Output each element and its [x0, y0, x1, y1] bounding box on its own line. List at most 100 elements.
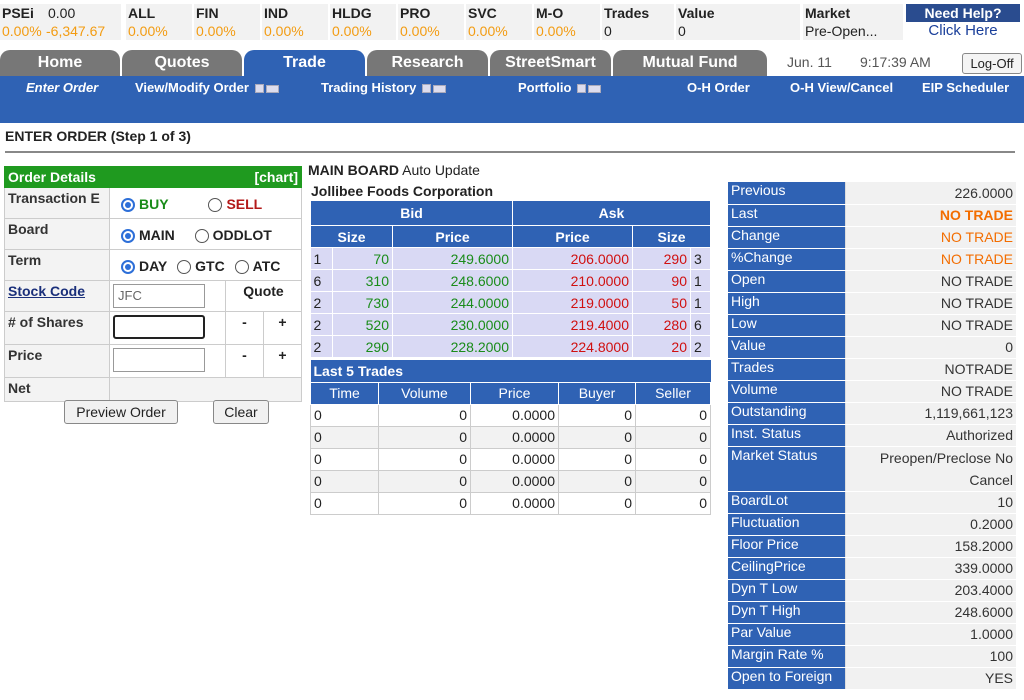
stock-code-link[interactable]: Stock Code [4, 280, 110, 312]
logoff-button[interactable]: Log-Off [962, 53, 1022, 74]
bid-price[interactable]: 228.2000 [392, 335, 513, 358]
price-input[interactable] [113, 348, 205, 372]
tab-research[interactable]: Research [367, 50, 488, 76]
subnav-oh-view-cancel[interactable]: O-H View/Cancel [790, 80, 893, 95]
clear-button[interactable]: Clear [213, 400, 269, 424]
ask-size-header: Size [632, 225, 711, 248]
board-title: MAIN BOARD Auto Update [308, 162, 480, 178]
radio-icon [194, 229, 209, 244]
subnav-eip-scheduler[interactable]: EIP Scheduler [922, 80, 1009, 95]
stat-row: Low NO TRADE [728, 314, 1016, 337]
document-icon [577, 84, 587, 94]
stat-row: %Change NO TRADE [728, 248, 1016, 271]
buy-radio[interactable]: BUY [121, 196, 169, 213]
subnav-enter-order[interactable]: Enter Order [26, 80, 98, 95]
trade-volume: 0 [378, 447, 471, 471]
order-details-form: Order Details [chart] Transaction E BUY … [4, 166, 302, 402]
ask-price[interactable]: 224.8000 [512, 335, 633, 358]
gtc-label: GTC [195, 258, 225, 274]
oddlot-label: ODDLOT [212, 227, 272, 243]
tab-trade[interactable]: Trade [244, 50, 365, 76]
bid-count: 1 [310, 247, 333, 270]
ticker-market: Market Pre-Open... [803, 4, 903, 40]
col-volume: Volume [378, 381, 471, 405]
tab-quotes[interactable]: Quotes [122, 50, 242, 76]
bid-price[interactable]: 249.6000 [392, 247, 513, 270]
stat-label: Previous [728, 182, 845, 205]
bid-price[interactable]: 230.0000 [392, 313, 513, 336]
ticker-pct: 0.00% [196, 23, 236, 39]
shares-plus-button[interactable]: + [263, 311, 302, 345]
trade-buyer: 0 [558, 469, 636, 493]
trade-seller: 0 [635, 469, 711, 493]
bid-price[interactable]: 244.0000 [392, 291, 513, 314]
ticker-pct: 0.00% [332, 23, 372, 39]
stat-value: NO TRADE [844, 248, 1016, 271]
bid-count: 2 [310, 335, 333, 358]
ticker-pct: 0.00% [536, 23, 576, 39]
subnav-view-modify-order[interactable]: View/Modify Order [135, 80, 279, 95]
shares-input[interactable] [113, 315, 205, 339]
stat-value: NO TRADE [844, 380, 1016, 403]
chart-link[interactable]: [chart] [254, 169, 298, 185]
ask-size: 280 [632, 313, 691, 336]
ask-price[interactable]: 210.0000 [512, 269, 633, 292]
shares-minus-button[interactable]: - [225, 311, 264, 345]
bid-price[interactable]: 248.6000 [392, 269, 513, 292]
ticker-pct: 0.00% [128, 23, 168, 39]
price-minus-button[interactable]: - [225, 344, 264, 378]
stat-label: Dyn T High [728, 601, 845, 624]
date-display: Jun. 11 [787, 54, 832, 70]
oddlot-radio[interactable]: ODDLOT [194, 227, 272, 244]
col-seller: Seller [635, 381, 711, 405]
price-plus-button[interactable]: + [263, 344, 302, 378]
ask-price[interactable]: 219.4000 [512, 313, 633, 336]
ticker-value: 0 [604, 23, 612, 39]
subnav-oh-order[interactable]: O-H Order [687, 80, 750, 95]
quote-link[interactable]: Quote [243, 283, 283, 299]
bid-size: 730 [332, 291, 393, 314]
stat-label: Change [728, 226, 845, 249]
tab-streetsmart[interactable]: StreetSmart [490, 50, 611, 76]
trade-time: 0 [310, 425, 379, 449]
sell-radio[interactable]: SELL [208, 196, 262, 213]
trade-time: 0 [310, 469, 379, 493]
tab-home[interactable]: Home [0, 50, 120, 76]
price-label: Price [4, 344, 110, 378]
stat-label: Last [728, 204, 845, 227]
bid-size-header: Size [310, 225, 393, 248]
tab-mutual-fund[interactable]: Mutual Fund [613, 50, 767, 76]
auto-update-link[interactable]: Auto Update [402, 162, 480, 178]
term-options: DAY GTC ATC [109, 249, 302, 281]
net-value [109, 377, 302, 402]
time-display: 9:17:39 AM [860, 54, 931, 70]
ticker-mo: M-O 0.00% [534, 4, 600, 40]
help-link[interactable]: Click Here [906, 22, 1020, 40]
trade-volume: 0 [378, 425, 471, 449]
ticker-label: Value [678, 5, 715, 21]
net-label: Net [4, 377, 110, 402]
stat-value: NO TRADE [844, 292, 1016, 315]
board-label: Board [4, 218, 110, 250]
stat-label: Fluctuation [728, 513, 845, 536]
help-box[interactable]: Need Help? Click Here [906, 4, 1020, 40]
table-row: 0 0 0.0000 0 0 [310, 491, 711, 515]
ticker-hldg: HLDG 0.00% [330, 4, 396, 40]
ask-price[interactable]: 206.0000 [512, 247, 633, 270]
stat-row: Fluctuation 0.2000 [728, 513, 1016, 536]
ask-price[interactable]: 219.0000 [512, 291, 633, 314]
ticker-label: PRO [400, 5, 431, 21]
subnav-trading-history[interactable]: Trading History [321, 80, 447, 95]
table-row: 0 0 0.0000 0 0 [310, 425, 711, 449]
stock-code-input[interactable]: JFC [113, 284, 205, 308]
stat-value: 226.0000 [844, 182, 1016, 205]
stock-stats-table: Previous 226.0000 Last NO TRADE Change NO T… [728, 182, 1016, 690]
ticker-pro: PRO 0.00% [398, 4, 464, 40]
gtc-radio[interactable]: GTC [177, 258, 225, 275]
stat-value: NO TRADE [844, 226, 1016, 249]
day-radio[interactable]: DAY [121, 258, 167, 275]
subnav-portfolio[interactable]: Portfolio [518, 80, 602, 95]
atc-radio[interactable]: ATC [234, 258, 280, 275]
main-radio[interactable]: MAIN [121, 227, 175, 244]
preview-order-button[interactable]: Preview Order [64, 400, 178, 424]
